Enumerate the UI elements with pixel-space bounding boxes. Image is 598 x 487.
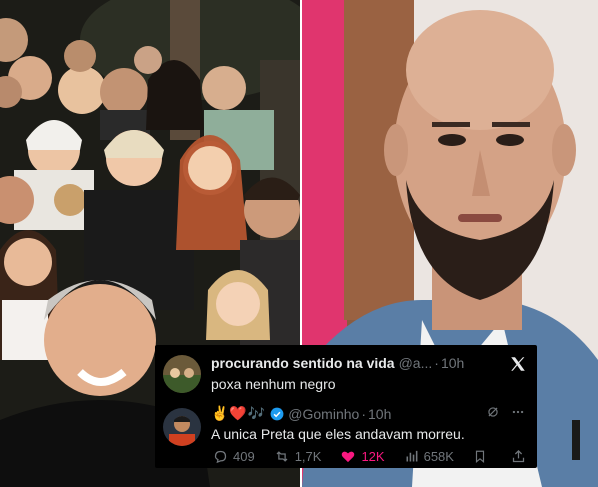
tweet-avatar[interactable] [163,355,201,393]
reply-display-name[interactable]: ✌️❤️🎶 [211,405,266,422]
like-action[interactable]: 12K [340,449,385,464]
action-bar: 409 1,7K 12K 658K [213,449,531,464]
reply-avatar[interactable] [163,408,201,446]
tweet-text: poxa nenhum negro [211,376,336,392]
avatar-image [163,355,201,393]
tweet-header: procurando sentido na vida @a... · 10h [211,355,464,371]
repost-icon [276,451,288,462]
tweet-text-row: poxa nenhum negro [211,376,336,392]
display-name[interactable]: procurando sentido na vida [211,355,395,371]
reply-handle[interactable]: @Gominho [288,406,359,422]
reply-avatar-image [163,408,201,446]
like-icon [342,451,355,463]
user-handle[interactable]: @a... [399,355,433,371]
separator-dot: · [361,405,366,422]
more-icon[interactable] [510,405,526,424]
share-icon [512,449,525,463]
mute-icon[interactable] [486,405,500,424]
repost-count: 1,7K [294,449,322,464]
views-action[interactable]: 658K [404,449,454,464]
x-logo-icon [509,355,527,378]
reply-count: 409 [233,449,255,464]
bookmark-action[interactable] [473,449,492,464]
like-count: 12K [361,449,385,464]
reply-action[interactable]: 409 [213,449,255,464]
share-action[interactable] [511,449,531,464]
repost-action[interactable]: 1,7K [274,449,322,464]
reply-time[interactable]: 10h [368,406,391,422]
bookmark-icon [475,450,485,463]
tweet-card[interactable]: procurando sentido na vida @a... · 10h p… [155,345,537,468]
tweet-time[interactable]: 10h [441,355,464,371]
verified-badge-icon [270,407,284,421]
reply-text-row: A unica Preta que eles andavam morreu. [211,426,465,442]
separator-dot: · [434,355,439,371]
views-count: 658K [423,449,454,464]
reply-header: ✌️❤️🎶 @Gominho · 10h [211,405,391,422]
reply-text: A unica Preta que eles andavam morreu. [211,426,465,442]
reply-icon [214,450,227,464]
views-icon [406,450,418,462]
